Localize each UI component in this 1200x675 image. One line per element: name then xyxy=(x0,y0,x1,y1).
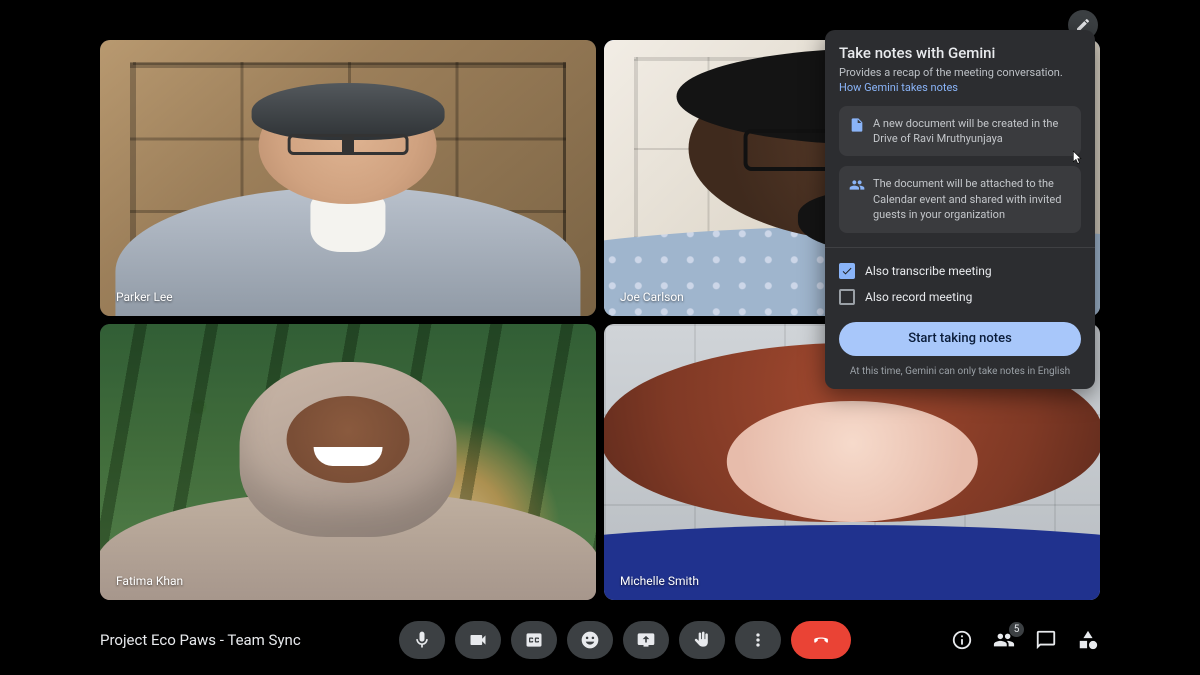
how-gemini-link[interactable]: How Gemini takes notes xyxy=(839,81,958,94)
present-screen-icon xyxy=(636,630,656,650)
info-card-calendar: The document will be attached to the Cal… xyxy=(839,166,1081,232)
shapes-icon xyxy=(1077,629,1099,651)
right-controls: 5 xyxy=(950,628,1100,652)
info-card-text: The document will be attached to the Cal… xyxy=(873,177,1061,221)
bottom-bar: Project Eco Paws - Team Sync xyxy=(0,605,1200,675)
start-taking-notes-button[interactable]: Start taking notes xyxy=(839,322,1081,356)
info-card-text: A new document will be created in the Dr… xyxy=(873,117,1058,145)
participant-name: Parker Lee xyxy=(112,288,177,306)
people-calendar-icon xyxy=(849,177,865,193)
document-icon xyxy=(849,117,865,133)
end-call-button[interactable] xyxy=(791,621,851,659)
emoji-icon xyxy=(580,630,600,650)
meeting-details-button[interactable] xyxy=(950,628,974,652)
record-checkbox-row[interactable]: Also record meeting xyxy=(839,284,1081,310)
raise-hand-button[interactable] xyxy=(679,621,725,659)
captions-icon xyxy=(524,630,544,650)
more-options-button[interactable] xyxy=(735,621,781,659)
more-vert-icon xyxy=(748,630,768,650)
hand-icon xyxy=(692,630,712,650)
people-button[interactable]: 5 xyxy=(992,628,1016,652)
captions-button[interactable] xyxy=(511,621,557,659)
activities-button[interactable] xyxy=(1076,628,1100,652)
chat-icon xyxy=(1035,629,1057,651)
gemini-notes-panel: Take notes with Gemini Provides a recap … xyxy=(825,30,1095,389)
divider xyxy=(825,247,1095,248)
participant-name: Joe Carlson xyxy=(616,288,688,306)
people-count-badge: 5 xyxy=(1009,622,1024,637)
mic-icon xyxy=(412,630,432,650)
end-call-icon xyxy=(811,630,831,650)
video-tile-fatima[interactable]: Fatima Khan xyxy=(100,324,596,600)
participant-name: Fatima Khan xyxy=(112,572,187,590)
participant-name: Michelle Smith xyxy=(616,572,703,590)
panel-subtitle: Provides a recap of the meeting conversa… xyxy=(839,66,1063,79)
camera-button[interactable] xyxy=(455,621,501,659)
video-tile-parker[interactable]: Parker Lee xyxy=(100,40,596,316)
reactions-button[interactable] xyxy=(567,621,613,659)
camera-icon xyxy=(468,630,488,650)
checkbox-unchecked-icon xyxy=(839,289,855,305)
meeting-title: Project Eco Paws - Team Sync xyxy=(100,631,301,649)
present-button[interactable] xyxy=(623,621,669,659)
info-icon xyxy=(951,629,973,651)
panel-title: Take notes with Gemini xyxy=(839,44,1081,62)
checkbox-checked-icon xyxy=(839,263,855,279)
info-card-document: A new document will be created in the Dr… xyxy=(839,106,1081,157)
checkbox-label: Also record meeting xyxy=(865,290,972,304)
mic-button[interactable] xyxy=(399,621,445,659)
chat-button[interactable] xyxy=(1034,628,1058,652)
checkbox-label: Also transcribe meeting xyxy=(865,264,992,278)
transcribe-checkbox-row[interactable]: Also transcribe meeting xyxy=(839,258,1081,284)
center-controls xyxy=(301,621,950,659)
panel-disclaimer: At this time, Gemini can only take notes… xyxy=(839,366,1081,377)
